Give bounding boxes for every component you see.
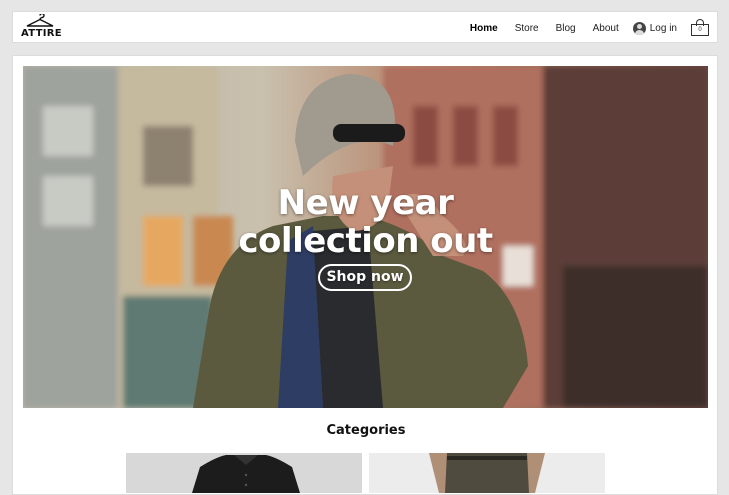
main-nav: Home Store Blog About Log in 0: [453, 12, 709, 44]
nav-about[interactable]: About: [593, 23, 619, 34]
cart-count: 0: [691, 24, 709, 36]
hanger-icon: [26, 14, 54, 27]
shop-now-button[interactable]: Shop now: [318, 264, 412, 291]
login-button[interactable]: Log in: [632, 21, 677, 35]
category-image-pants: [429, 453, 545, 493]
brand-logo[interactable]: ATTIRE: [21, 14, 62, 40]
nav-blog[interactable]: Blog: [556, 23, 576, 34]
category-card-pants[interactable]: [369, 453, 605, 493]
site-header: ATTIRE Home Store Blog About Log in 0: [12, 11, 718, 43]
nav-home[interactable]: Home: [470, 23, 498, 34]
category-image-shirt: [192, 455, 300, 493]
login-label: Log in: [649, 22, 677, 34]
brand-name: ATTIRE: [21, 28, 62, 39]
hero-title-text: New year collection out: [238, 183, 493, 261]
hero-banner: New year collection out Shop now: [23, 66, 708, 408]
categories-heading: Categories: [326, 423, 406, 438]
main-content: New year collection out Shop now Categor…: [12, 55, 718, 495]
user-avatar-icon: [632, 21, 646, 35]
category-card-shirts[interactable]: [126, 453, 362, 493]
cart-button[interactable]: 0: [691, 19, 709, 37]
nav-store[interactable]: Store: [515, 23, 539, 34]
hero-title: New year collection out: [23, 184, 708, 260]
